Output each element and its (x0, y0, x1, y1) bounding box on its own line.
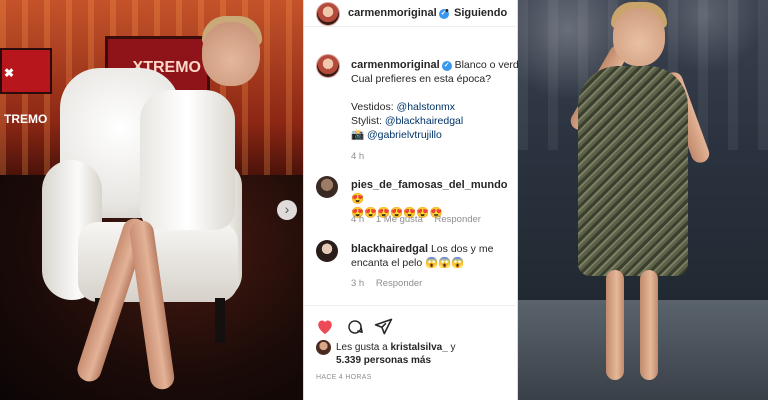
avatar[interactable] (316, 2, 340, 26)
comment-time[interactable]: 4 h (351, 214, 364, 225)
avatar[interactable] (316, 240, 338, 262)
reply-button[interactable]: Responder (435, 214, 481, 225)
comment-username[interactable]: pies_de_famosas_del_mundo (351, 179, 508, 191)
avatar[interactable] (316, 340, 331, 355)
header-username[interactable]: carmenmoriginal ✓ (348, 7, 449, 19)
post-actions-bar (304, 305, 519, 343)
comment-icon[interactable] (346, 318, 364, 336)
caption-line-1: Blanco o verde... (454, 59, 519, 71)
person-green-dress (578, 66, 688, 276)
likes-conj: y (447, 342, 456, 353)
post-photo-left: ✖ TREMO XTREMO › (0, 0, 303, 400)
separator-dot: • (445, 5, 449, 17)
comment-username[interactable]: blackhairedgal (351, 243, 428, 255)
photographer-mention-link[interactable]: @gabrielvtrujillo (367, 129, 442, 141)
reply-button[interactable]: Responder (376, 278, 422, 289)
avatar[interactable] (316, 176, 338, 198)
comment-time[interactable]: 3 h (351, 278, 364, 289)
chair-leg (215, 298, 225, 343)
caption-line-2: Cual prefieres en esta época? (351, 73, 492, 85)
liker-username[interactable]: kristalsilva_ (390, 342, 447, 353)
following-button[interactable]: Siguiendo (454, 7, 507, 19)
verified-badge-icon: ✓ (441, 61, 452, 71)
post-photo-right (518, 0, 768, 400)
avatar[interactable] (316, 54, 340, 78)
person-leg (606, 270, 624, 380)
share-icon[interactable] (374, 317, 393, 336)
camera-emoji-icon: 📸 (351, 129, 365, 141)
caption-username[interactable]: carmenmoriginal (351, 59, 440, 71)
instagram-post-card: carmenmoriginal ✓ • Siguiendo carmenmorig… (303, 0, 519, 400)
dresses-label: Vestidos: (351, 101, 397, 113)
person-leg (640, 270, 658, 380)
stylist-mention-link[interactable]: @blackhairedgal (385, 115, 463, 127)
heart-icon[interactable] (316, 318, 334, 335)
comment-meta: 4 h 1 Me gusta Responder (351, 214, 490, 225)
carousel-next-button[interactable]: › (277, 200, 297, 220)
caption-text: carmenmoriginal✓ Blanco o verde... Cual … (351, 58, 519, 164)
comment-text: blackhairedgal Los dos y me encanta el p… (351, 242, 516, 270)
comment-emoji: 😍 (351, 193, 365, 205)
comment-meta: 3 h Responder (351, 278, 431, 289)
person-head (613, 8, 665, 66)
likes-count[interactable]: 5.339 personas más (336, 355, 431, 366)
studio-sign-left: ✖ TREMO (0, 48, 52, 126)
person-white-dress (140, 90, 235, 230)
dresses-mention-link[interactable]: @halstonmx (397, 101, 456, 113)
post-timestamp[interactable]: HACE 4 HORAS (316, 374, 372, 381)
post-header: carmenmoriginal ✓ • Siguiendo (304, 0, 519, 27)
comment-likes[interactable]: 1 Me gusta (376, 214, 423, 225)
stylist-label: Stylist: (351, 115, 385, 127)
likes-prefix: Les gusta a (336, 342, 391, 353)
caption-time[interactable]: 4 h (351, 150, 519, 164)
person-head (202, 22, 260, 86)
